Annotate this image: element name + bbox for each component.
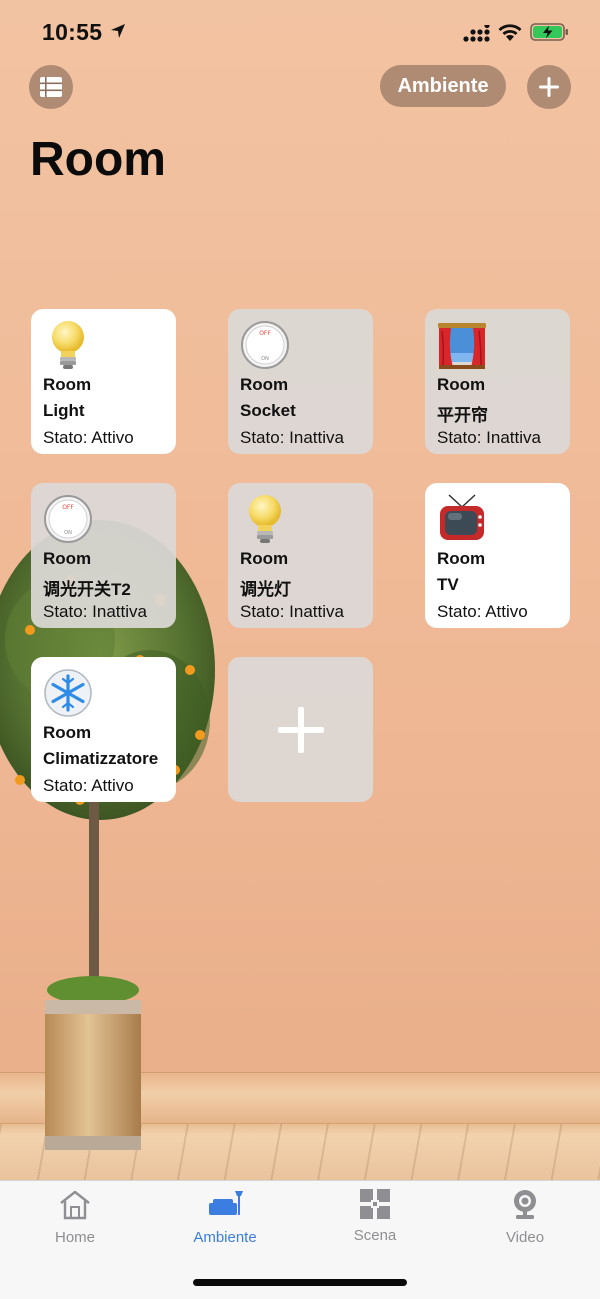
device-card-air-conditioner[interactable]: Room Climatizzatore Stato: Attivo — [31, 657, 176, 802]
device-room: Room — [437, 549, 486, 568]
device-status: Stato: Attivo — [437, 602, 528, 621]
switch-icon: OFF ON — [241, 321, 289, 369]
device-name: 平开帘 — [437, 406, 488, 425]
menu-button[interactable] — [29, 65, 73, 109]
device-status: Stato: Attivo — [43, 776, 134, 795]
tv-icon — [440, 494, 484, 540]
device-room: Room — [43, 723, 92, 742]
device-name: TV — [437, 575, 459, 594]
lightbulb-icon — [52, 321, 84, 369]
device-status: Stato: Inattiva — [43, 602, 147, 621]
switch-off-label: OFF — [259, 330, 271, 337]
cellular-signal-icon — [463, 25, 490, 42]
switch-off-label: OFF — [62, 504, 74, 511]
lightbulb-icon — [249, 495, 281, 543]
device-room: Room — [437, 375, 486, 394]
device-name: Climatizzatore — [43, 749, 159, 768]
status-time: 10:55 — [42, 19, 103, 45]
tab-label: Video — [505, 1229, 545, 1246]
tab-label: Scena — [353, 1227, 397, 1244]
device-room: Room — [43, 549, 92, 568]
battery-charging-icon — [530, 23, 568, 41]
device-card-tv[interactable]: Room TV Stato: Attivo — [425, 483, 570, 628]
switch-icon: OFF ON — [44, 495, 92, 543]
scene-grid-icon — [360, 1189, 390, 1219]
device-room: Room — [240, 375, 289, 394]
tab-ambiente[interactable]: Ambiente — [165, 1189, 285, 1255]
add-device-button[interactable] — [228, 657, 373, 802]
device-card-light[interactable]: Room Light Stato: Attivo — [31, 309, 176, 454]
device-status: Stato: Inattiva — [240, 428, 344, 447]
device-name: Light — [43, 401, 85, 420]
tab-label: Ambiente — [193, 1229, 257, 1246]
add-button[interactable] — [527, 65, 571, 109]
plus-icon — [539, 77, 559, 97]
device-status: Stato: Inattiva — [240, 602, 344, 621]
camera-icon — [514, 1190, 536, 1219]
wifi-icon — [498, 24, 522, 41]
device-status: Stato: Inattiva — [437, 428, 541, 447]
device-room: Room — [43, 375, 92, 394]
status-bar: 10:55 — [0, 0, 600, 66]
list-icon — [40, 77, 62, 97]
curtain-icon — [438, 323, 486, 369]
home-icon — [60, 1190, 90, 1220]
home-indicator — [193, 1279, 407, 1286]
ambiente-button[interactable]: Ambiente — [380, 65, 506, 107]
device-card-dimmer-light[interactable]: Room 调光灯 Stato: Inattiva — [228, 483, 373, 628]
device-status: Stato: Attivo — [43, 428, 134, 447]
tab-label: Home — [54, 1229, 95, 1246]
tab-video[interactable]: Video — [465, 1189, 585, 1255]
switch-on-label: ON — [261, 356, 269, 362]
page-title: Room — [30, 133, 166, 186]
device-room: Room — [240, 549, 289, 568]
device-name: 调光灯 — [240, 580, 291, 599]
device-card-socket[interactable]: OFF ON Room Socket Stato: Inattiva — [228, 309, 373, 454]
snowflake-icon — [44, 669, 92, 717]
switch-on-label: ON — [64, 530, 72, 536]
tab-home[interactable]: Home — [15, 1189, 135, 1255]
tab-scena[interactable]: Scena — [315, 1189, 435, 1255]
sofa-icon — [209, 1191, 243, 1215]
device-card-curtain[interactable]: Room 平开帘 Stato: Inattiva — [425, 309, 570, 454]
device-name: Socket — [240, 401, 296, 420]
location-arrow-icon — [111, 24, 125, 38]
device-name: 调光开关T2 — [43, 580, 131, 599]
plus-icon — [277, 706, 324, 753]
device-card-dimmer-switch[interactable]: OFF ON Room 调光开关T2 Stato: Inattiva — [31, 483, 176, 628]
